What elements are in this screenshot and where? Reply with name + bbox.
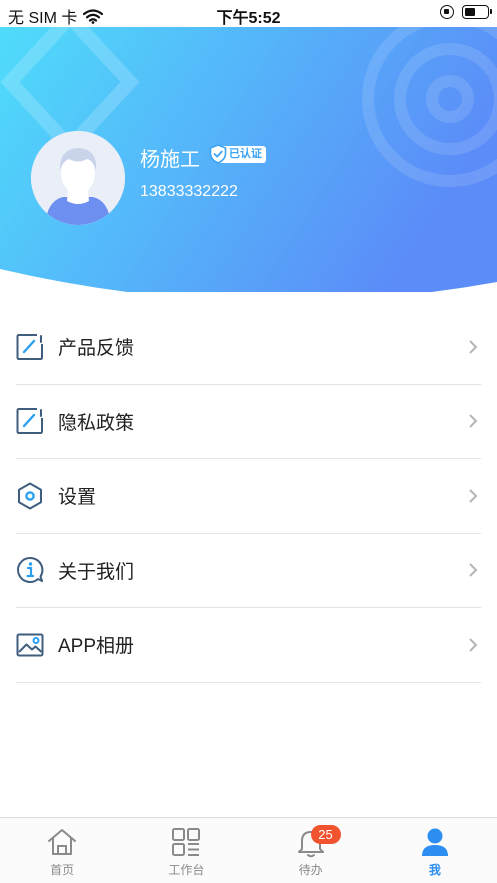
status-time: 下午5:52 [216,10,281,27]
tab-home[interactable]: 首页 [0,818,124,883]
person-icon [421,828,448,856]
user-name: 杨施工 [140,149,200,171]
edit-note-icon [16,333,43,360]
edit-note-icon [16,408,43,435]
tab-label: 我 [428,863,441,877]
grid-icon [172,828,201,856]
todo-count-badge: 25 [310,825,341,844]
menu-item-label: 产品反馈 [58,338,135,360]
chevron-right-icon [469,340,478,354]
chevron-right-icon [469,489,478,503]
chevron-right-icon [469,414,478,428]
hexagon-settings-icon [18,482,42,510]
menu-item-about-us[interactable]: 关于我们 [16,534,481,608]
menu-item-app-album[interactable]: APP相册 [16,608,481,683]
profile-header: 杨施工 已认证 13833332222 [0,27,497,292]
menu-item-label: 隐私政策 [58,412,135,434]
chevron-right-icon [469,563,478,577]
tab-label: 待办 [298,863,323,877]
menu-item-privacy-policy[interactable]: 隐私政策 [16,385,481,459]
tab-todo[interactable]: 25 待办 [249,818,373,883]
settings-menu: 产品反馈 隐私政策 设置 关于我们 APP相册 [0,310,497,683]
orientation-lock-icon [440,5,454,19]
status-bar: 无 SIM 卡 下午5:52 [0,0,497,27]
phone-number: 13833332222 [140,183,238,200]
menu-item-label: APP相册 [58,636,135,658]
chevron-right-icon [469,638,478,652]
shield-check-icon [209,144,227,164]
avatar[interactable] [31,131,125,225]
tab-label: 工作台 [168,863,205,877]
tab-workbench[interactable]: 工作台 [124,818,248,883]
menu-item-label: 关于我们 [58,561,135,583]
menu-item-product-feedback[interactable]: 产品反馈 [16,310,481,385]
image-album-icon [16,633,44,657]
home-icon [48,829,77,855]
battery-icon [462,5,492,19]
info-bubble-icon [17,557,44,584]
menu-item-label: 设置 [58,487,97,509]
verified-badge: 已认证 [209,144,266,164]
tab-me[interactable]: 我 [373,818,497,883]
bottom-tab-bar: 首页 工作台 25 待办 我 [0,817,497,883]
menu-item-settings[interactable]: 设置 [16,459,481,534]
tab-label: 首页 [50,863,75,877]
status-right [440,5,492,19]
default-avatar-icon [31,131,125,225]
